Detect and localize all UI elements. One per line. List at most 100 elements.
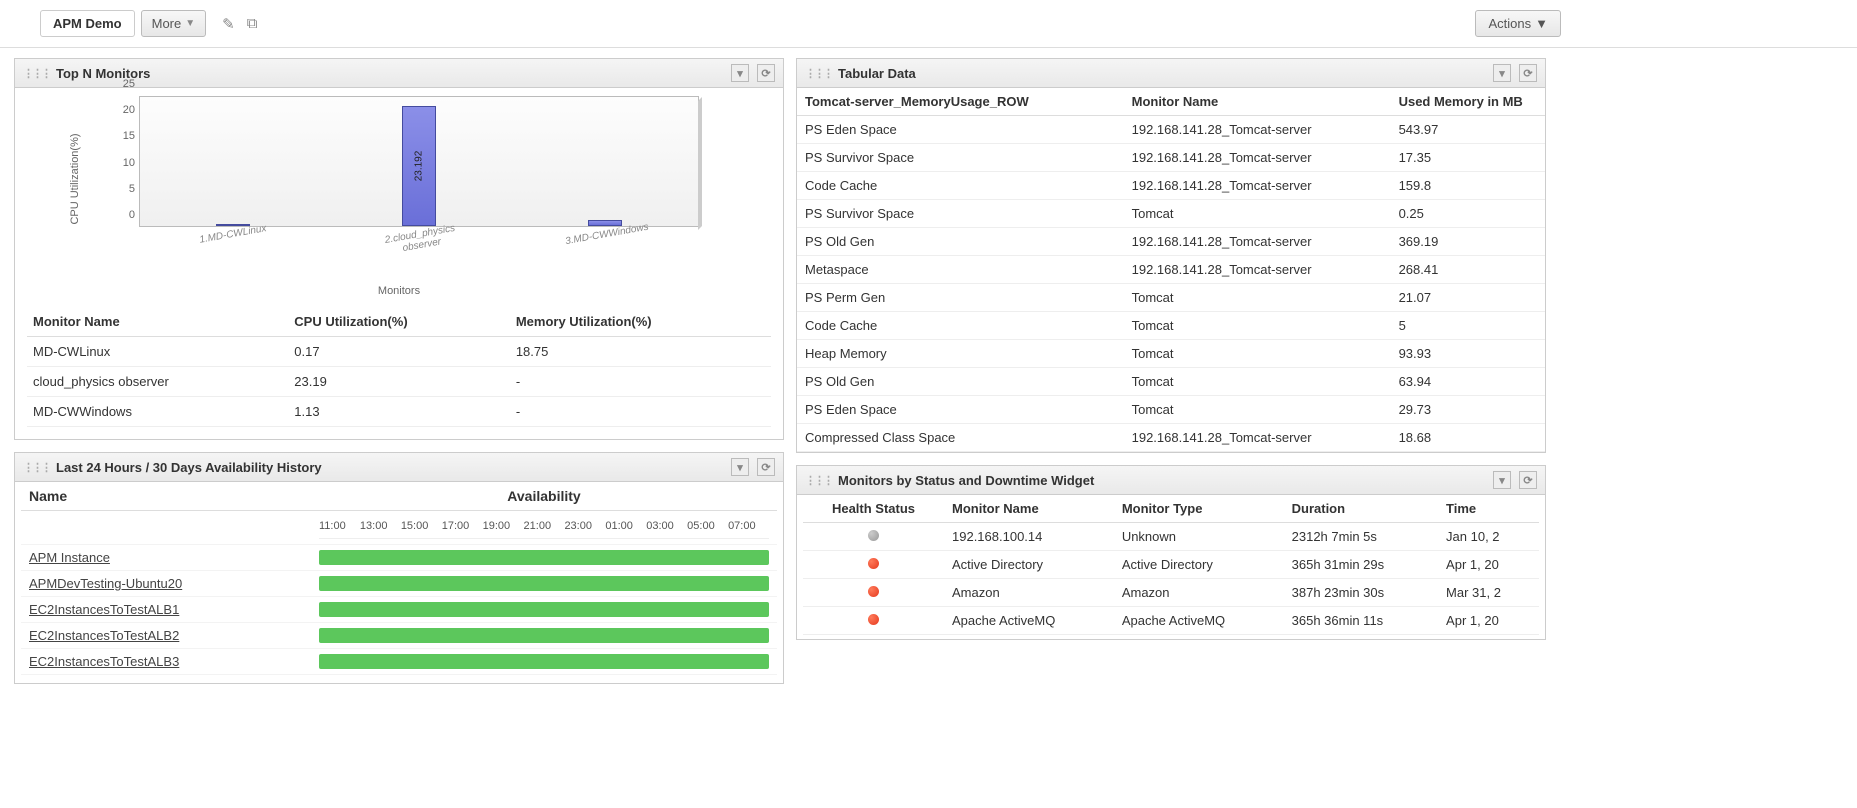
table-row[interactable]: Code CacheTomcat543 — [797, 312, 1545, 340]
col-header[interactable]: Used Memory in MB — [1391, 88, 1545, 116]
table-row[interactable]: PS Eden Space192.168.141.28_Tomcat-serve… — [797, 116, 1545, 144]
table-row[interactable]: MD-CWWindows1.13- — [27, 397, 771, 427]
cell: Apache ActiveMQ — [944, 607, 1114, 635]
cell: 192.168.141.28_Tomcat-server — [1124, 256, 1391, 284]
monitor-link[interactable]: EC2InstancesToTestALB3 — [29, 654, 179, 669]
time-tick: 21:00 — [524, 520, 565, 532]
time-tick: 23:00 — [564, 520, 605, 532]
availability-bar[interactable] — [319, 628, 769, 643]
col-header[interactable]: Monitor Name — [1124, 88, 1391, 116]
table-row[interactable]: Active DirectoryActive Directory365h 31m… — [803, 551, 1539, 579]
widget-availability: ⋮⋮⋮ Last 24 Hours / 30 Days Availability… — [14, 452, 784, 684]
widget-menu-icon[interactable]: ▾ — [731, 458, 749, 476]
tab-apm-demo[interactable]: APM Demo — [40, 10, 135, 37]
table-row[interactable]: PS Eden SpaceTomcat29.731,326.77 — [797, 396, 1545, 424]
widget-menu-icon[interactable]: ▾ — [1493, 471, 1511, 489]
table-row[interactable]: PS Perm GenTomcat21.0760.93 — [797, 284, 1545, 312]
chart-xlabel: Monitors — [378, 285, 420, 297]
cell: PS Old Gen — [797, 228, 1124, 256]
monitor-link[interactable]: APMDevTesting-Ubuntu20 — [29, 576, 182, 591]
cell: Apr 1, 20 — [1438, 607, 1539, 635]
cell: 387h 23min 30s — [1284, 579, 1438, 607]
widget-title: Tabular Data — [838, 66, 916, 81]
cell: PS Eden Space — [797, 116, 1124, 144]
monitor-link[interactable]: EC2InstancesToTestALB1 — [29, 602, 179, 617]
availability-bar[interactable] — [319, 550, 769, 565]
tabular-scroll[interactable]: Tomcat-server_MemoryUsage_ROWMonitor Nam… — [797, 88, 1545, 452]
ytick: 10 — [123, 157, 135, 169]
refresh-icon[interactable]: ⟳ — [1519, 471, 1537, 489]
col-header[interactable]: Monitor Name — [27, 307, 288, 337]
cell: Heap Memory — [797, 340, 1124, 368]
refresh-icon[interactable]: ⟳ — [757, 458, 775, 476]
widget-header[interactable]: ⋮⋮⋮ Monitors by Status and Downtime Widg… — [797, 466, 1545, 495]
cell: PS Perm Gen — [797, 284, 1124, 312]
col-header[interactable]: Monitor Type — [1114, 495, 1284, 523]
table-row[interactable]: cloud_physics observer23.19- — [27, 367, 771, 397]
drag-handle-icon[interactable]: ⋮⋮⋮ — [23, 67, 50, 80]
col-header[interactable]: Duration — [1284, 495, 1438, 523]
table-row[interactable]: AmazonAmazon387h 23min 30sMar 31, 2 — [803, 579, 1539, 607]
table-row[interactable]: PS Survivor Space192.168.141.28_Tomcat-s… — [797, 144, 1545, 172]
widget-header[interactable]: ⋮⋮⋮ Last 24 Hours / 30 Days Availability… — [15, 453, 783, 482]
availability-bar[interactable] — [319, 602, 769, 617]
col-header[interactable]: Time — [1438, 495, 1539, 523]
table-row[interactable]: Compressed Class Space192.168.141.28_Tom… — [797, 424, 1545, 452]
actions-dropdown[interactable]: Actions ▼ — [1475, 10, 1561, 37]
drag-handle-icon[interactable]: ⋮⋮⋮ — [23, 461, 50, 474]
widget-title: Monitors by Status and Downtime Widget — [838, 473, 1094, 488]
cell: 365h 36min 11s — [1284, 607, 1438, 635]
cell: PS Old Gen — [797, 368, 1124, 396]
col-header[interactable]: CPU Utilization(%) — [288, 307, 510, 337]
widget-header[interactable]: ⋮⋮⋮ Tabular Data ▾ ⟳ — [797, 59, 1545, 88]
more-dropdown[interactable]: More ▼ — [141, 10, 207, 37]
table-row[interactable]: PS Survivor SpaceTomcat0.250.25 — [797, 200, 1545, 228]
health-status-icon — [868, 558, 879, 569]
cell: PS Eden Space — [797, 396, 1124, 424]
widget-menu-icon[interactable]: ▾ — [1493, 64, 1511, 82]
table-row[interactable]: Heap MemoryTomcat93.933,525.57 — [797, 340, 1545, 368]
table-row: EC2InstancesToTestALB3 — [21, 649, 777, 675]
more-label: More — [152, 16, 182, 31]
col-header[interactable]: Memory Utilization(%) — [510, 307, 771, 337]
chevron-down-icon: ▼ — [1535, 16, 1548, 31]
table-row[interactable]: PS Old Gen192.168.141.28_Tomcat-server36… — [797, 228, 1545, 256]
widget-top-n-monitors: ⋮⋮⋮ Top N Monitors ▾ ⟳ CPU Utilization(%… — [14, 58, 784, 440]
bar[interactable]: 23.192 — [402, 106, 436, 226]
table-row[interactable]: Metaspace192.168.141.28_Tomcat-server268… — [797, 256, 1545, 284]
cell: Tomcat — [1124, 340, 1391, 368]
bar-value-label: 23.192 — [414, 151, 425, 182]
table-row[interactable]: MD-CWLinux0.1718.75 — [27, 337, 771, 367]
widget-menu-icon[interactable]: ▾ — [731, 64, 749, 82]
table-row[interactable]: Code Cache192.168.141.28_Tomcat-server15… — [797, 172, 1545, 200]
table-row[interactable]: Apache ActiveMQApache ActiveMQ365h 36min… — [803, 607, 1539, 635]
availability-bar[interactable] — [319, 654, 769, 669]
col-header[interactable]: Tomcat-server_MemoryUsage_ROW — [797, 88, 1124, 116]
time-tick: 15:00 — [401, 520, 442, 532]
refresh-icon[interactable]: ⟳ — [1519, 64, 1537, 82]
cell: Code Cache — [797, 312, 1124, 340]
bar[interactable] — [588, 220, 622, 226]
time-tick: 17:00 — [442, 520, 483, 532]
monitor-link[interactable]: EC2InstancesToTestALB2 — [29, 628, 179, 643]
table-row[interactable]: 192.168.100.14Unknown2312h 7min 5sJan 10… — [803, 523, 1539, 551]
cell: 18.75 — [510, 337, 771, 367]
popout-icon[interactable]: ⧉ — [241, 11, 264, 36]
monitor-link[interactable]: APM Instance — [29, 550, 110, 565]
cell: Code Cache — [797, 172, 1124, 200]
cell: 18.68 — [1391, 424, 1545, 452]
refresh-icon[interactable]: ⟳ — [757, 64, 775, 82]
cell: Tomcat — [1124, 284, 1391, 312]
cell: 369.19 — [1391, 228, 1545, 256]
cell: MD-CWWindows — [27, 397, 288, 427]
drag-handle-icon[interactable]: ⋮⋮⋮ — [805, 67, 832, 80]
availability-bar[interactable] — [319, 576, 769, 591]
bar-chart: CPU Utilization(%) 0510152025 23.192 1.M… — [27, 96, 771, 297]
table-row[interactable]: PS Old GenTomcat63.942,650.56 — [797, 368, 1545, 396]
col-header[interactable]: Health Status — [803, 495, 944, 523]
edit-icon[interactable]: ✎ — [216, 11, 241, 37]
cell: Active Directory — [1114, 551, 1284, 579]
col-header[interactable]: Monitor Name — [944, 495, 1114, 523]
cell: 0.17 — [288, 337, 510, 367]
drag-handle-icon[interactable]: ⋮⋮⋮ — [805, 474, 832, 487]
